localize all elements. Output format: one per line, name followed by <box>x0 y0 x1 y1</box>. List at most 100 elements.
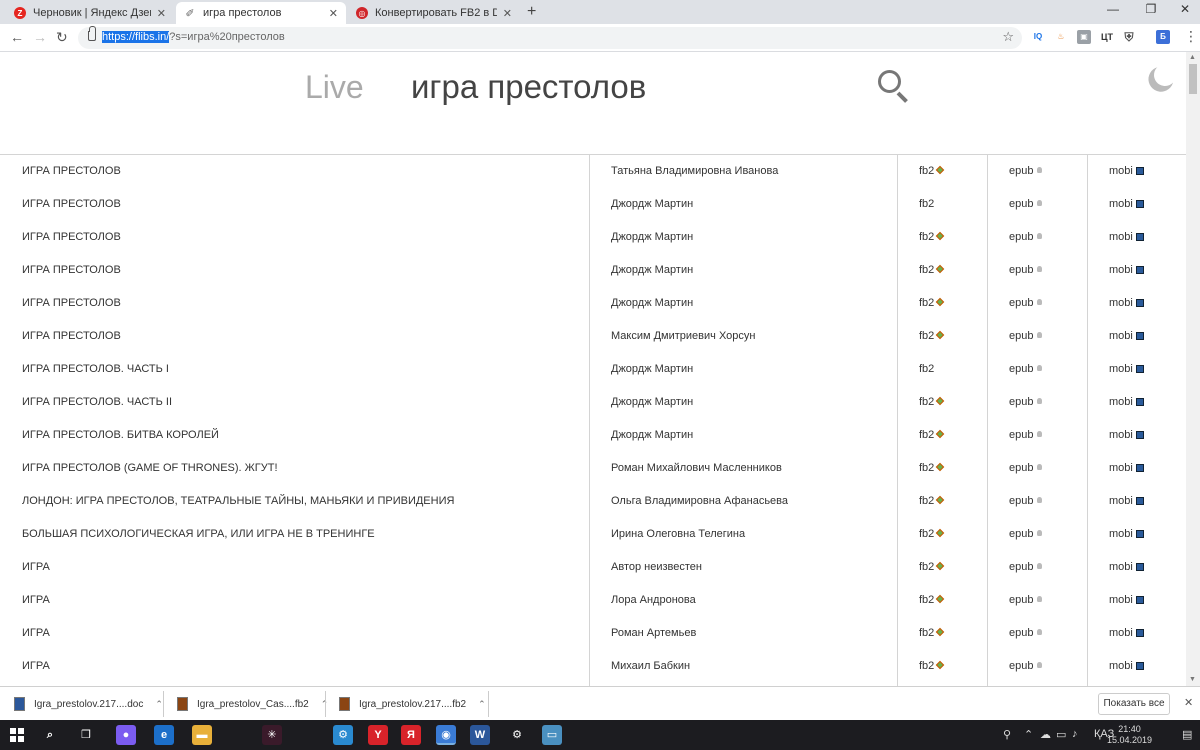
chevron-up-icon[interactable]: ⌃ <box>1024 728 1033 741</box>
iq-extension-icon[interactable]: IQ <box>1031 30 1045 44</box>
people-icon[interactable]: ⚲ <box>1003 728 1011 741</box>
author-link[interactable]: Ирина Олеговна Телегина <box>611 528 745 540</box>
tab-yandex-zen[interactable]: Z Черновик | Яндекс Дзен ✕ <box>6 2 174 24</box>
fb2-download-link[interactable]: fb2 <box>919 297 945 309</box>
search-query[interactable]: игра престолов <box>411 68 646 106</box>
book-title-link[interactable]: ЛОНДОН: ИГРА ПРЕСТОЛОВ, ТЕАТРАЛЬНЫЕ ТАЙН… <box>22 495 454 507</box>
yandex-taskbar-icon[interactable]: Я <box>401 725 421 745</box>
chevron-up-icon[interactable]: ⌃ <box>155 699 163 710</box>
search-taskbar-icon[interactable]: ⌕ <box>40 725 60 745</box>
close-tab-icon[interactable]: ✕ <box>503 7 512 20</box>
tab-game-of-thrones[interactable]: ✐ игра престолов ✕ <box>176 2 346 24</box>
settings-app-taskbar-icon[interactable]: ⚙ <box>333 725 353 745</box>
scroll-up-icon[interactable]: ▲ <box>1189 54 1196 61</box>
scroll-thumb[interactable] <box>1189 64 1197 94</box>
moon-icon[interactable] <box>1152 62 1179 89</box>
mobi-download-link[interactable]: mobi <box>1109 528 1144 540</box>
mobi-download-link[interactable]: mobi <box>1109 165 1144 177</box>
download-item[interactable]: Igra_prestolov.217....doc ⌃ <box>14 693 163 715</box>
mobi-download-link[interactable]: mobi <box>1109 264 1144 276</box>
close-tab-icon[interactable]: ✕ <box>157 7 166 20</box>
download-item[interactable]: Igra_prestolov.217....fb2 ⌃ <box>339 693 486 715</box>
epub-download-link[interactable]: epub <box>1009 594 1043 606</box>
epub-download-link[interactable]: epub <box>1009 627 1043 639</box>
shield-extension-icon[interactable]: ⛨ <box>1122 30 1136 44</box>
author-link[interactable]: Джордж Мартин <box>611 297 693 309</box>
book-title-link[interactable]: ИГРА ПРЕСТОЛОВ <box>22 264 121 276</box>
fb2-download-link[interactable]: fb2 <box>919 462 945 474</box>
epub-download-link[interactable]: epub <box>1009 330 1043 342</box>
book-title-link[interactable]: ИГРА ПРЕСТОЛОВ (GAME OF THRONES). ЖГУТ! <box>22 462 278 474</box>
alice-taskbar-icon[interactable]: ● <box>116 725 136 745</box>
mobi-download-link[interactable]: mobi <box>1109 627 1144 639</box>
minimize-button[interactable]: — <box>1098 2 1128 16</box>
maximize-button[interactable]: ❐ <box>1136 2 1166 16</box>
author-link[interactable]: Джордж Мартин <box>611 363 693 375</box>
fb2-download-link[interactable]: fb2 <box>919 561 945 573</box>
translate-extension-icon[interactable]: ЦТ <box>1100 30 1114 44</box>
fb2-download-link[interactable]: fb2 <box>919 231 945 243</box>
fb2-download-link[interactable]: fb2 <box>919 429 945 441</box>
book-title-link[interactable]: ИГРА ПРЕСТОЛОВ <box>22 198 121 210</box>
fb2-download-link[interactable]: fb2 <box>919 495 945 507</box>
task-view-taskbar-icon[interactable]: ❒ <box>76 725 96 745</box>
book-title-link[interactable]: ИГРА ПРЕСТОЛОВ <box>22 330 121 342</box>
mobi-download-link[interactable]: mobi <box>1109 594 1144 606</box>
book-title-link[interactable]: БОЛЬШАЯ ПСИХОЛОГИЧЕСКАЯ ИГРА, ИЛИ ИГРА Н… <box>22 528 375 540</box>
show-all-button[interactable]: Показать все <box>1098 693 1170 715</box>
book-title-link[interactable]: ИГРА ПРЕСТОЛОВ <box>22 231 121 243</box>
mobi-download-link[interactable]: mobi <box>1109 330 1144 342</box>
explorer-taskbar-icon[interactable]: ▬ <box>192 725 212 745</box>
author-link[interactable]: Лора Андронова <box>611 594 696 606</box>
author-link[interactable]: Джордж Мартин <box>611 264 693 276</box>
mobi-download-link[interactable]: mobi <box>1109 660 1144 672</box>
edge-taskbar-icon[interactable]: e <box>154 725 174 745</box>
mobi-download-link[interactable]: mobi <box>1109 231 1144 243</box>
book-title-link[interactable]: ИГРА <box>22 594 50 606</box>
fb2-download-link[interactable]: fb2 <box>919 528 945 540</box>
fb2-download-link[interactable]: fb2 <box>919 594 945 606</box>
fb2-download-link[interactable]: fb2 <box>919 330 945 342</box>
epub-download-link[interactable]: epub <box>1009 297 1043 309</box>
book-title-link[interactable]: ИГРА ПРЕСТОЛОВ. БИТВА КОРОЛЕЙ <box>22 429 219 441</box>
close-tab-icon[interactable]: ✕ <box>329 7 338 20</box>
close-window-button[interactable]: ✕ <box>1170 2 1200 16</box>
cloud-icon[interactable]: ☁ <box>1040 728 1051 741</box>
lock-icon[interactable] <box>88 26 96 41</box>
author-link[interactable]: Роман Артемьев <box>611 627 696 639</box>
scroll-down-icon[interactable]: ▼ <box>1189 676 1196 683</box>
author-link[interactable]: Джордж Мартин <box>611 198 693 210</box>
address-bar[interactable]: https://flibs.in/?s=игра%20престолов ☆ <box>78 26 1022 49</box>
author-link[interactable]: Роман Михайлович Масленников <box>611 462 782 474</box>
fb2-download-link[interactable]: fb2 <box>919 363 934 375</box>
word-taskbar-icon[interactable]: W <box>470 725 490 745</box>
mobi-download-link[interactable]: mobi <box>1109 198 1144 210</box>
epub-download-link[interactable]: epub <box>1009 363 1043 375</box>
b-extension-icon[interactable]: Б <box>1156 30 1170 44</box>
mobi-download-link[interactable]: mobi <box>1109 297 1144 309</box>
chrome-taskbar-icon[interactable]: ◉ <box>436 725 456 745</box>
epub-download-link[interactable]: epub <box>1009 198 1043 210</box>
gear-taskbar-icon[interactable]: ⚙ <box>507 725 527 745</box>
author-link[interactable]: Джордж Мартин <box>611 231 693 243</box>
start-windows-icon[interactable] <box>10 728 24 742</box>
mobi-download-link[interactable]: mobi <box>1109 462 1144 474</box>
epub-download-link[interactable]: epub <box>1009 561 1043 573</box>
epub-download-link[interactable]: epub <box>1009 231 1043 243</box>
epub-download-link[interactable]: epub <box>1009 396 1043 408</box>
book-title-link[interactable]: ИГРА ПРЕСТОЛОВ <box>22 165 121 177</box>
close-download-bar-icon[interactable]: ✕ <box>1184 696 1193 709</box>
notifications-icon[interactable]: ▤ <box>1182 728 1192 741</box>
mobi-download-link[interactable]: mobi <box>1109 363 1144 375</box>
app-taskbar-icon[interactable]: ✳ <box>262 725 282 745</box>
mobi-download-link[interactable]: mobi <box>1109 561 1144 573</box>
book-title-link[interactable]: ИГРА <box>22 561 50 573</box>
yandex-browser-taskbar-icon[interactable]: Y <box>368 725 388 745</box>
search-icon[interactable] <box>878 70 908 103</box>
book-title-link[interactable]: ИГРА ПРЕСТОЛОВ <box>22 297 121 309</box>
author-link[interactable]: Ольга Владимировна Афанасьева <box>611 495 788 507</box>
window-taskbar-icon[interactable]: ▭ <box>542 725 562 745</box>
save-extension-icon[interactable]: ▣ <box>1077 30 1091 44</box>
fb2-download-link[interactable]: fb2 <box>919 627 945 639</box>
author-link[interactable]: Татьяна Владимировна Иванова <box>611 165 778 177</box>
